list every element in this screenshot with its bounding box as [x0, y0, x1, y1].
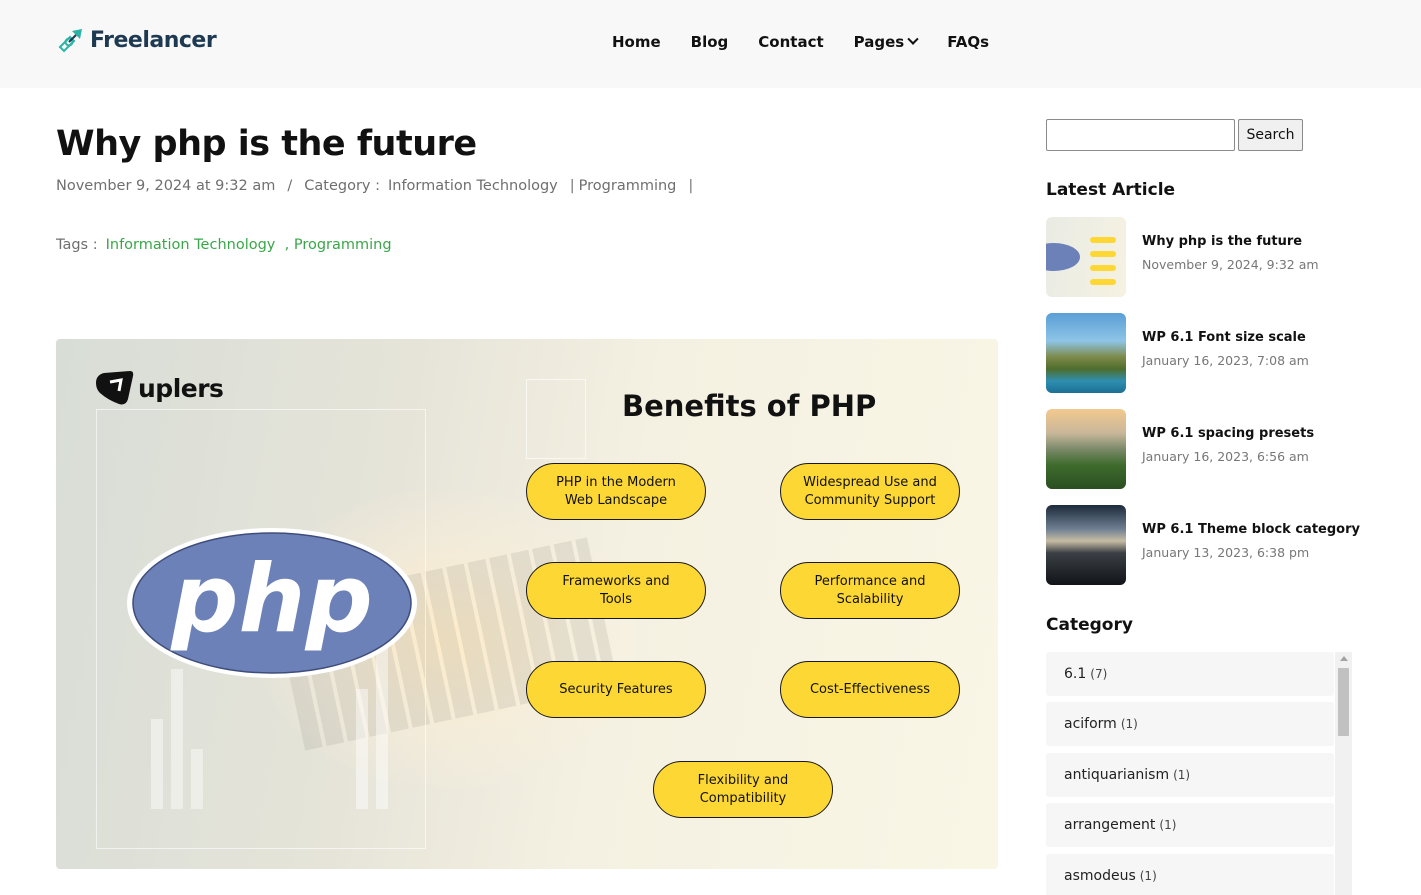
tag-link[interactable]: Information Technology	[106, 237, 276, 253]
category-name: asmodeus	[1064, 868, 1136, 884]
hero-heading: Benefits of PHP	[622, 389, 877, 423]
article-title[interactable]: WP 6.1 Font size scale	[1142, 330, 1306, 345]
hero-bar-graphic	[191, 749, 203, 809]
category-name: arrangement	[1064, 817, 1156, 833]
latest-article-item[interactable]: Why php is the future November 9, 2024, …	[1046, 217, 1386, 297]
freelancer-logo-icon	[58, 29, 82, 53]
uplers-mark-icon	[96, 371, 134, 405]
hero-bar-graphic	[171, 669, 183, 809]
category-name: 6.1	[1064, 666, 1087, 682]
nav-home[interactable]: Home	[612, 33, 661, 51]
article-thumbnail[interactable]	[1046, 409, 1126, 489]
benefit-pill: Performance and Scalability	[780, 562, 960, 619]
uplers-text: uplers	[138, 373, 224, 403]
article-title[interactable]: WP 6.1 spacing presets	[1142, 426, 1314, 441]
category-item[interactable]: aciform (1)	[1046, 702, 1334, 746]
nav-blog-label: Blog	[690, 33, 729, 51]
article-thumbnail[interactable]	[1046, 505, 1126, 585]
nav-pages[interactable]: Pages	[853, 33, 919, 51]
logo-text: Freelancer	[90, 27, 217, 53]
article-thumbnail[interactable]	[1046, 217, 1126, 297]
latest-article-item[interactable]: WP 6.1 spacing presets January 16, 2023,…	[1046, 409, 1386, 489]
chevron-down-icon	[907, 33, 919, 45]
category-link[interactable]: Programming	[579, 178, 677, 194]
pipe-divider: |	[569, 178, 575, 194]
article-title[interactable]: Why php is the future	[1142, 234, 1302, 249]
php-logo-text: php	[170, 545, 373, 654]
site-logo[interactable]: Freelancer	[56, 24, 217, 56]
benefit-pill: Frameworks and Tools	[526, 562, 706, 619]
hero-panel-graphic	[526, 379, 586, 459]
category-count: (1)	[1139, 869, 1157, 883]
category-count: (1)	[1173, 768, 1191, 782]
post-meta: November 9, 2024 at 9:32 am / Category :…	[56, 178, 697, 194]
php-thumbnail-icon	[1046, 237, 1116, 285]
benefit-pill: Widespread Use and Community Support	[780, 463, 960, 520]
benefit-pill: Cost-Effectiveness	[780, 661, 960, 718]
hero-bar-graphic	[356, 689, 368, 809]
main-nav: Home Blog Contact Pages FAQs	[597, 31, 1004, 53]
nav-faqs-label: FAQs	[947, 33, 990, 51]
latest-article-heading: Latest Article	[1046, 180, 1176, 200]
nav-blog[interactable]: Blog	[691, 33, 729, 51]
category-scrollbar[interactable]	[1335, 652, 1352, 895]
hero-bar-graphic	[151, 719, 163, 809]
latest-article-item[interactable]: WP 6.1 Font size scale January 16, 2023,…	[1046, 313, 1386, 393]
category-item[interactable]: 6.1 (7)	[1046, 652, 1334, 696]
post-tags: Tags : Information Technology , Programm…	[56, 237, 392, 253]
nav-contact[interactable]: Contact	[758, 33, 823, 51]
post-date: November 9, 2024 at 9:32 am	[56, 178, 276, 194]
php-logo-icon: php	[127, 528, 417, 678]
category-item[interactable]: arrangement (1)	[1046, 803, 1334, 847]
tag-spacer	[275, 237, 284, 253]
latest-article-item[interactable]: WP 6.1 Theme block category January 13, …	[1046, 505, 1386, 585]
nav-faqs[interactable]: FAQs	[947, 33, 989, 51]
page-title: Why php is the future	[56, 124, 477, 164]
category-heading: Category	[1046, 615, 1133, 635]
category-count: (7)	[1090, 667, 1108, 681]
scrollbar-thumb[interactable]	[1338, 668, 1349, 736]
category-item[interactable]: asmodeus (1)	[1046, 854, 1334, 895]
scroll-up-arrow-icon[interactable]	[1340, 656, 1348, 661]
category-list: 6.1 (7) aciform (1) antiquarianism (1) a…	[1046, 652, 1352, 895]
pipe-divider: |	[688, 178, 694, 194]
category-label: Category :	[304, 178, 380, 194]
benefit-pill: PHP in the Modern Web Landscape	[526, 463, 706, 520]
category-name: antiquarianism	[1064, 767, 1170, 783]
tags-label: Tags :	[56, 237, 98, 253]
category-count: (1)	[1159, 818, 1177, 832]
article-title[interactable]: WP 6.1 Theme block category	[1142, 522, 1360, 537]
search-input[interactable]	[1046, 119, 1235, 151]
nav-home-label: Home	[612, 33, 661, 51]
featured-image: uplers php Benefits of PHP PHP in the Mo…	[56, 339, 998, 869]
search-button[interactable]: Search	[1238, 119, 1303, 151]
article-thumbnail[interactable]	[1046, 313, 1126, 393]
category-item[interactable]: antiquarianism (1)	[1046, 753, 1334, 797]
article-date: January 16, 2023, 6:56 am	[1142, 449, 1309, 464]
benefit-pill: Flexibility and Compatibility	[653, 761, 833, 818]
site-header: Freelancer Home Blog Contact Pages FAQs	[0, 0, 1421, 88]
category-link[interactable]: Information Technology	[388, 178, 558, 194]
tag-link[interactable]: , Programming	[285, 237, 392, 253]
nav-contact-label: Contact	[758, 33, 824, 51]
article-date: November 9, 2024, 9:32 am	[1142, 257, 1319, 272]
category-name: aciform	[1064, 716, 1117, 732]
article-date: January 13, 2023, 6:38 pm	[1142, 545, 1310, 560]
article-date: January 16, 2023, 7:08 am	[1142, 353, 1309, 368]
benefit-pill: Security Features	[526, 661, 706, 718]
nav-pages-label: Pages	[853, 33, 905, 51]
category-count: (1)	[1120, 717, 1138, 731]
uplers-logo: uplers	[94, 369, 224, 407]
meta-separator: /	[287, 178, 293, 194]
